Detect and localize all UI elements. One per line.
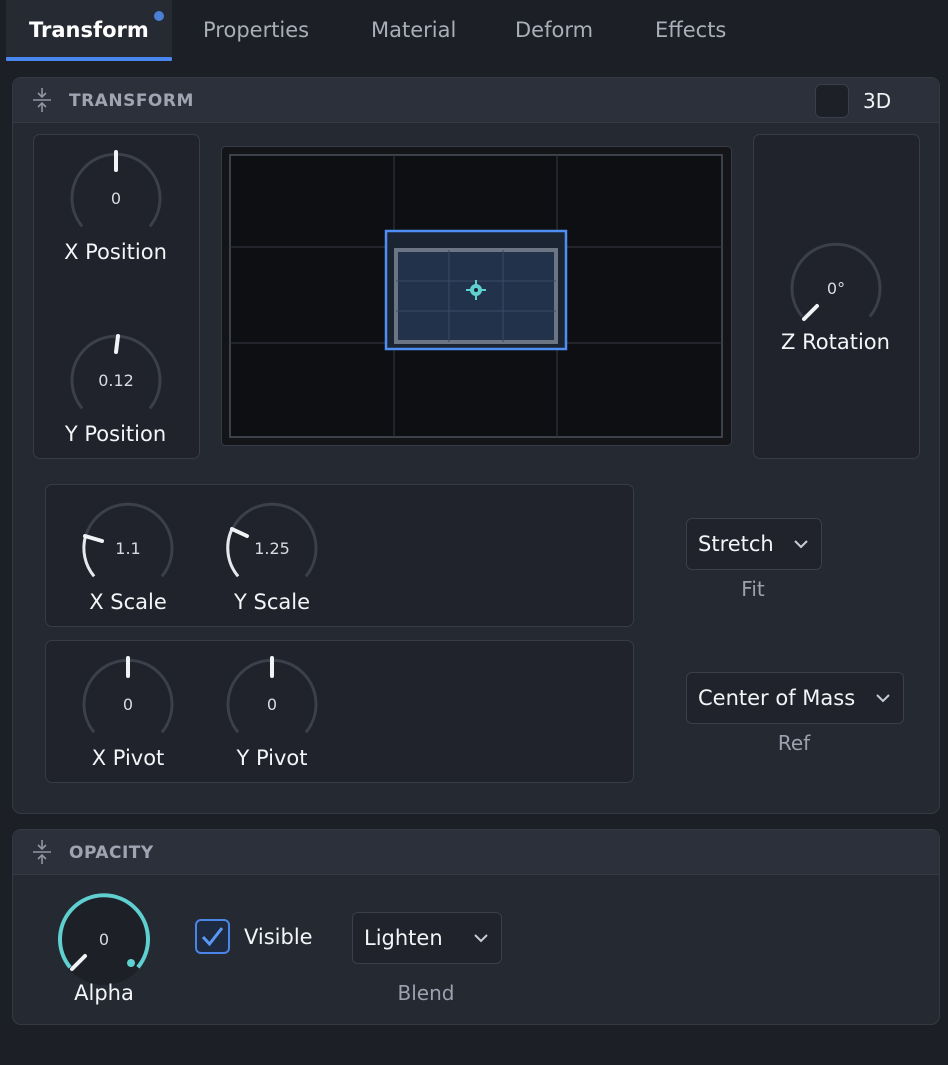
chevron-down-icon (474, 934, 488, 943)
z-rotation-label: Z Rotation (781, 330, 890, 354)
checkmark-icon (201, 927, 224, 947)
y-scale-value: 1.25 (254, 539, 290, 558)
opacity-section-header[interactable]: OPACITY (13, 830, 939, 875)
x-scale-value: 1.1 (115, 539, 141, 558)
x-position-label: X Position (64, 240, 167, 264)
3d-toggle-label: 3D (863, 89, 892, 113)
blend-dropdown[interactable]: Lighten (352, 912, 502, 964)
active-tab-underline (6, 57, 172, 61)
chevron-down-icon (876, 694, 890, 703)
x-pivot-value: 0 (122, 695, 134, 714)
tab-effects[interactable]: Effects (655, 18, 726, 42)
collapse-icon[interactable] (31, 839, 53, 865)
x-pivot-label: X Pivot (91, 746, 165, 770)
tab-material[interactable]: Material (371, 18, 456, 42)
alpha-value: 0 (98, 930, 110, 949)
fit-dropdown-value: Stretch (698, 532, 774, 556)
transform-section-header[interactable]: TRANSFORM 3D (13, 78, 939, 123)
transform-section-title: TRANSFORM (69, 91, 194, 111)
x-scale-label: X Scale (89, 590, 167, 614)
blend-dropdown-value: Lighten (364, 926, 443, 950)
visible-checkbox[interactable] (195, 919, 230, 954)
tab-bar: Transform Properties Material Deform Eff… (0, 0, 948, 62)
ref-dropdown[interactable]: Center of Mass (686, 672, 904, 724)
x-position-value: 0 (110, 189, 122, 208)
tab-transform[interactable]: Transform (29, 18, 149, 42)
y-pivot-label: Y Pivot (236, 746, 308, 770)
tab-properties[interactable]: Properties (203, 18, 309, 42)
visible-label: Visible (244, 925, 313, 949)
fit-label: Fit (741, 577, 765, 601)
chevron-down-icon (794, 540, 808, 549)
ref-label: Ref (777, 731, 811, 755)
y-scale-label: Y Scale (233, 590, 310, 614)
y-position-label: Y Position (64, 422, 167, 446)
y-pivot-value: 0 (266, 695, 278, 714)
opacity-section-title: OPACITY (69, 843, 154, 863)
blend-label: Blend (397, 981, 455, 1005)
tab-deform[interactable]: Deform (515, 18, 593, 42)
alpha-label: Alpha (74, 981, 134, 1005)
unsaved-indicator-dot (154, 11, 164, 21)
z-rotation-value: 0° (826, 279, 846, 298)
ref-dropdown-value: Center of Mass (698, 686, 856, 710)
collapse-icon[interactable] (31, 87, 53, 113)
3d-toggle-checkbox[interactable] (815, 84, 849, 118)
y-position-value: 0.12 (98, 371, 134, 390)
transform-viewport[interactable] (221, 146, 732, 446)
fit-dropdown[interactable]: Stretch (686, 518, 822, 570)
